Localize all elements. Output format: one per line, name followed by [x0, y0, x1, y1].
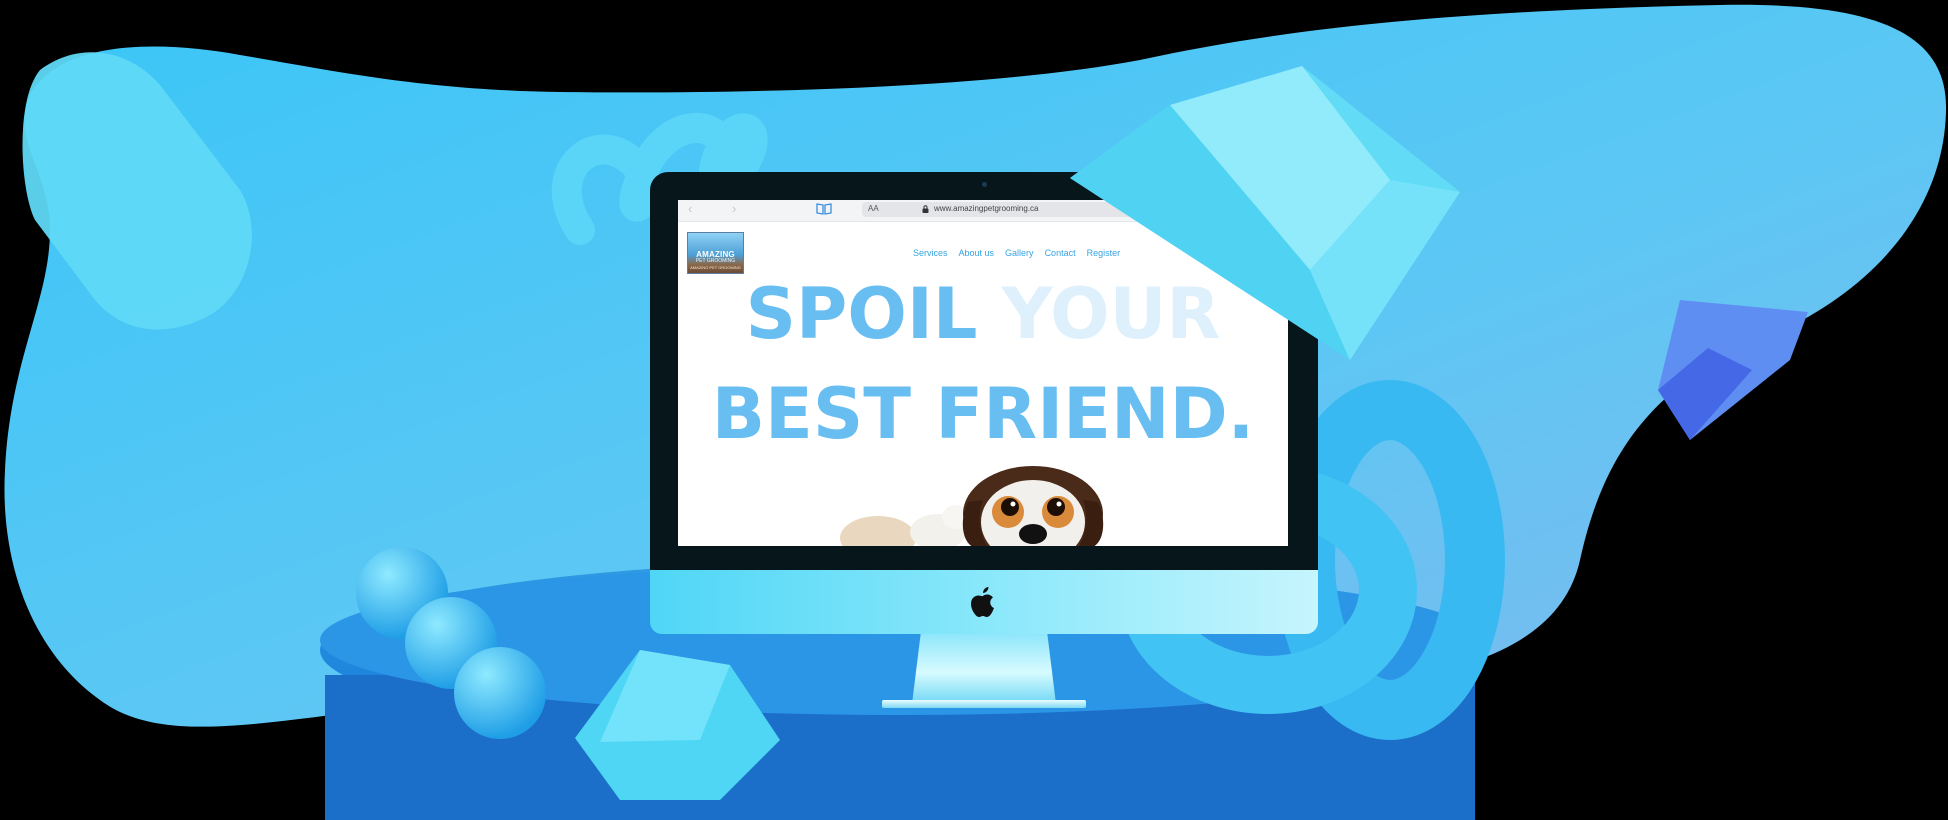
- book-icon[interactable]: [816, 203, 832, 215]
- sphere-3: [454, 647, 546, 739]
- text-size-button[interactable]: AA: [868, 204, 879, 213]
- url-text: www.amazingpetgrooming.ca: [934, 204, 1039, 213]
- dog-peeking-image: [840, 466, 1104, 546]
- top-gem-shape: [1070, 66, 1460, 360]
- monitor-chin: [650, 570, 1318, 634]
- lock-icon: [922, 205, 929, 213]
- monitor-stand-foot: [882, 700, 1086, 708]
- site-logo[interactable]: AMAZING PET GROOMING AMAZING PET GROOMIN…: [687, 232, 744, 274]
- nav-link-about[interactable]: About us: [959, 248, 995, 258]
- apple-logo-icon: [971, 587, 994, 617]
- monitor-stand: [912, 634, 1056, 704]
- camera-icon: [982, 182, 987, 187]
- nav-link-services[interactable]: Services: [913, 248, 948, 258]
- hero-headline-line2: BEST FRIEND.: [711, 373, 1255, 455]
- hero-scene: ‹ › AA www.amazingpetgrooming.ca AMAZING…: [0, 0, 1948, 820]
- logo-subtitle: PET GROOMING: [695, 258, 736, 264]
- logo-tagline: AMAZING PET GROOMING: [690, 265, 741, 270]
- browser-nav-arrows[interactable]: ‹ ›: [688, 201, 754, 216]
- nav-link-gallery[interactable]: Gallery: [1005, 248, 1034, 258]
- hero-word-spoil: SPOIL: [745, 273, 978, 355]
